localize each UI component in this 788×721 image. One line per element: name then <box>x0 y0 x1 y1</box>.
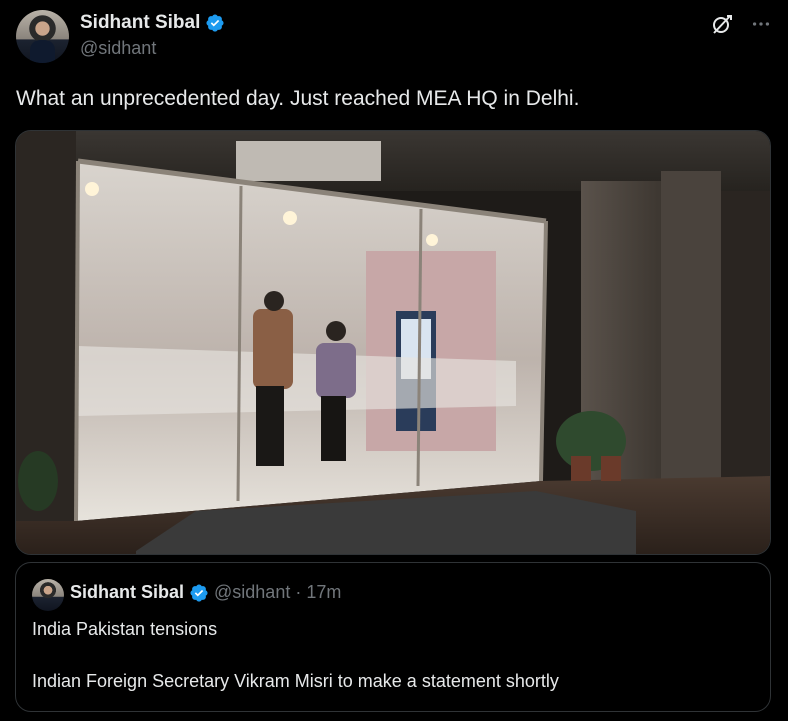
grok-icon[interactable] <box>710 12 734 36</box>
separator-dot: · <box>295 582 302 602</box>
verified-badge-icon <box>206 14 224 32</box>
tweet-text: What an unprecedented day. Just reached … <box>16 87 580 110</box>
author-handle[interactable]: @sidhant <box>80 38 156 59</box>
quoted-tweet[interactable]: Sidhant Sibal @sidhant · 17m India Pakis… <box>15 562 771 712</box>
quoted-tweet-line-1: India Pakistan tensions <box>32 619 218 639</box>
more-icon[interactable] <box>750 13 772 35</box>
author-display-name[interactable]: Sidhant Sibal <box>80 12 200 34</box>
verified-badge-icon <box>190 583 208 602</box>
author-avatar[interactable] <box>16 10 69 63</box>
quoted-author-avatar <box>32 579 64 611</box>
quoted-author-name: Sidhant Sibal <box>70 582 185 602</box>
header-actions <box>710 12 772 36</box>
quoted-author-handle: @sidhant <box>214 582 291 602</box>
author-name-row: Sidhant Sibal <box>80 12 225 34</box>
quoted-tweet-header: Sidhant Sibal @sidhant · 17m <box>70 582 341 603</box>
quoted-tweet-time: 17m <box>306 582 342 602</box>
tweet-photo[interactable] <box>15 130 771 555</box>
photo-scene <box>16 131 770 554</box>
tweet-header: Sidhant Sibal @sidhant <box>16 10 772 64</box>
quoted-tweet-line-2: Indian Foreign Secretary Vikram Misri to… <box>32 671 559 691</box>
